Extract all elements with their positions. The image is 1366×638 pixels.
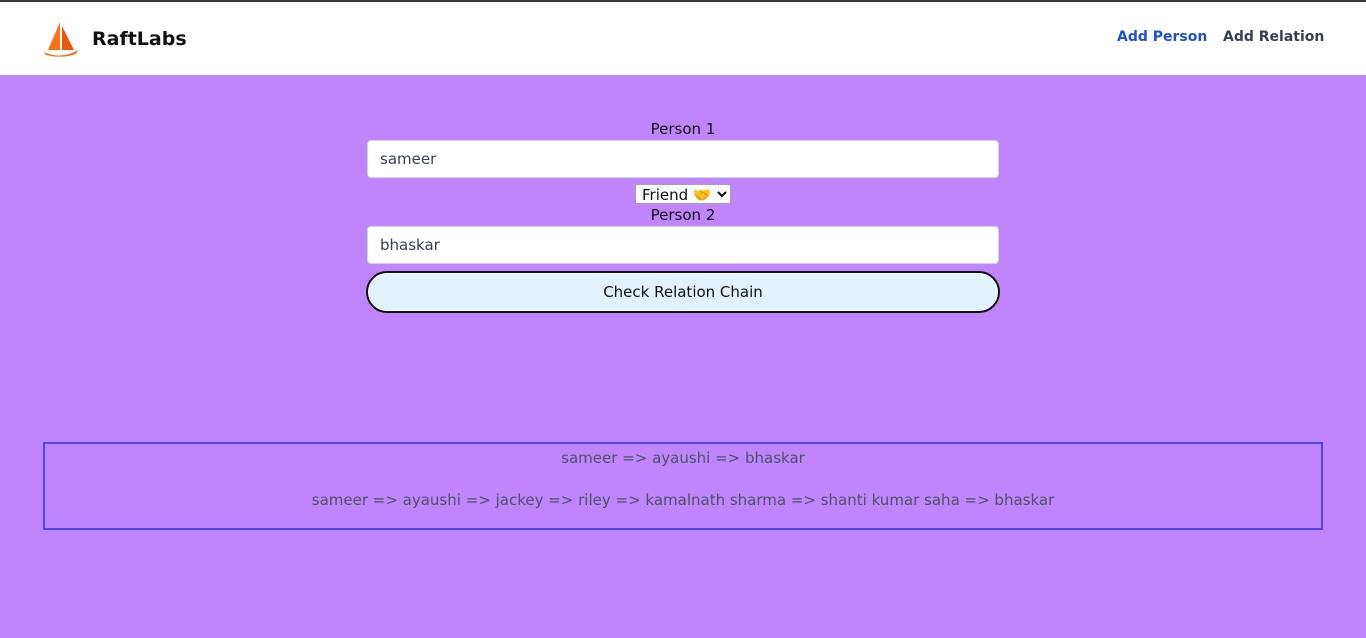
nav-add-person-link[interactable]: Add Person bbox=[1117, 29, 1207, 45]
person2-input[interactable] bbox=[367, 226, 999, 264]
relation-select[interactable]: Friend 🤝 bbox=[635, 184, 731, 204]
person1-label: Person 1 bbox=[650, 120, 716, 138]
relation-chain-item: sameer => ayaushi => bhaskar bbox=[561, 449, 805, 467]
nav-add-relation-link[interactable]: Add Relation bbox=[1223, 29, 1324, 45]
brand[interactable]: RaftLabs bbox=[42, 20, 187, 58]
sailboat-logo-icon bbox=[44, 22, 78, 57]
relation-form: Person 1 Friend 🤝 Person 2 Check Relatio… bbox=[366, 118, 1000, 313]
check-relation-chain-button[interactable]: Check Relation Chain bbox=[366, 271, 1000, 313]
relation-row: Friend 🤝 bbox=[367, 178, 999, 204]
person2-label: Person 2 bbox=[650, 206, 716, 224]
results-panel: sameer => ayaushi => bhaskar sameer => a… bbox=[43, 442, 1323, 530]
brand-name: RaftLabs bbox=[92, 28, 187, 50]
person1-input[interactable] bbox=[367, 140, 999, 178]
navbar: RaftLabs Add Person Add Relation bbox=[0, 2, 1366, 75]
relation-chain-item: sameer => ayaushi => jackey => riley => … bbox=[311, 491, 1055, 509]
